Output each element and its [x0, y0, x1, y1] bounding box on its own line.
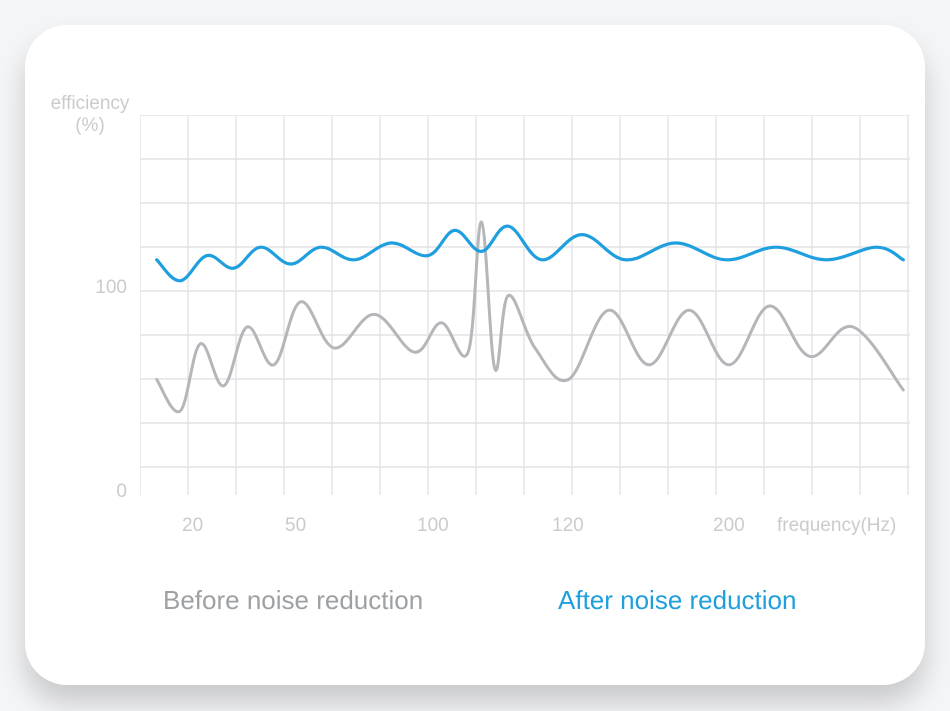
y-axis-label-line2: (%): [75, 115, 105, 136]
gridlines: [140, 115, 910, 495]
legend-before: Before noise reduction: [163, 585, 423, 616]
x-axis-label: frequency(Hz): [777, 515, 896, 537]
x-tick-120: 120: [552, 515, 584, 537]
y-axis-label-line1: efficiency: [51, 93, 130, 114]
chart-plot: [140, 115, 910, 515]
y-axis-label: efficiency (%): [45, 93, 135, 137]
y-tick-0: 0: [67, 481, 127, 503]
x-tick-200: 200: [713, 515, 745, 537]
y-tick-100: 100: [67, 277, 127, 299]
x-tick-50: 50: [285, 515, 306, 537]
series-after-line: [157, 226, 904, 281]
x-tick-20: 20: [182, 515, 203, 537]
x-tick-100: 100: [417, 515, 449, 537]
chart-card: efficiency (%) 100 0: [25, 25, 925, 685]
legend-after: After noise reduction: [558, 585, 796, 616]
